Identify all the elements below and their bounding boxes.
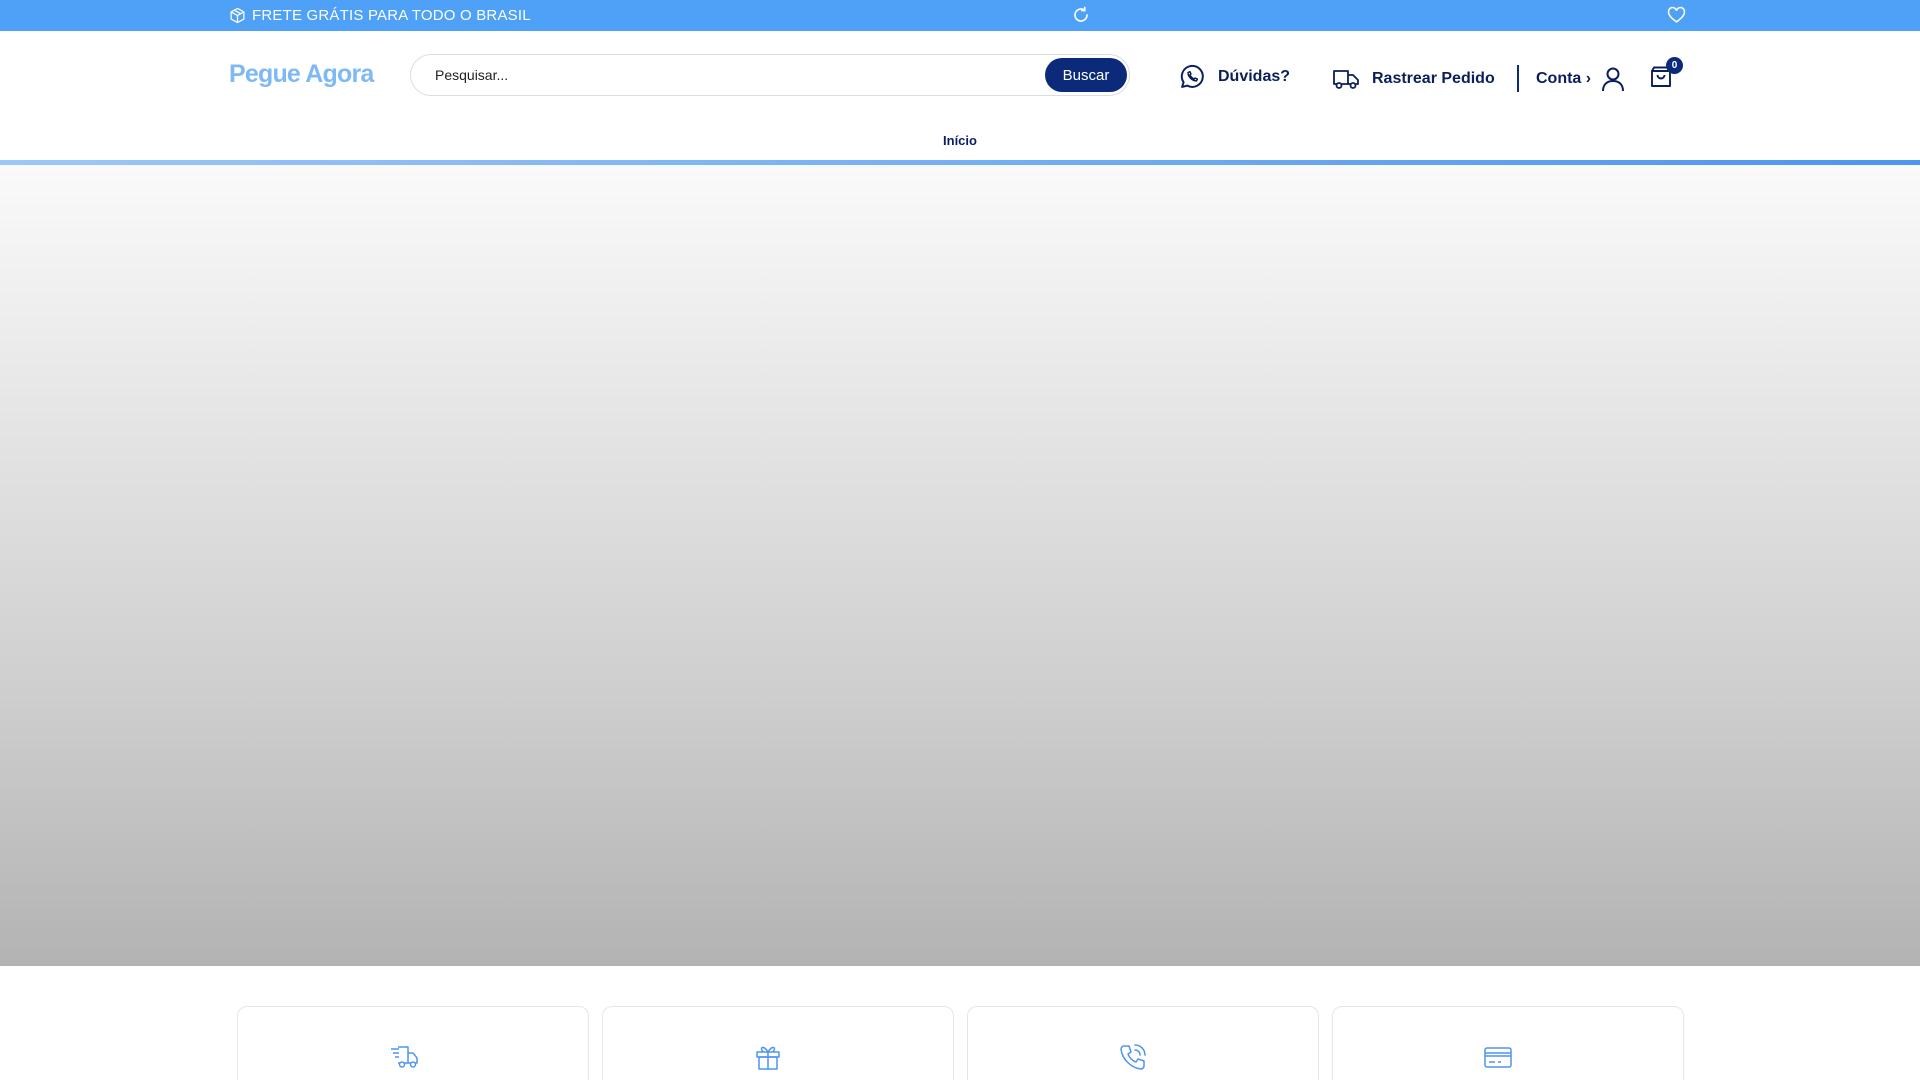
track-order-link[interactable]: Rastrear Pedido	[1332, 65, 1495, 93]
whatsapp-help-link[interactable]: Dúvidas?	[1178, 62, 1290, 92]
promo-banner: FRETE GRÁTIS PARA TODO O BRASIL	[229, 6, 531, 25]
user-icon	[1602, 67, 1625, 92]
delivery-truck-icon	[1333, 70, 1359, 89]
announcement-bar: FRETE GRÁTIS PARA TODO O BRASIL	[0, 0, 1920, 31]
cart-button[interactable]: 0	[1649, 57, 1683, 91]
search-input[interactable]	[435, 55, 1005, 95]
box-icon	[230, 7, 245, 24]
hero-banner[interactable]	[0, 165, 1920, 966]
gift-box-icon	[756, 1046, 780, 1070]
fast-delivery-icon	[391, 1046, 418, 1068]
feature-card-support	[967, 1006, 1319, 1080]
feature-card-delivery	[237, 1006, 589, 1080]
main-nav: Início	[0, 129, 1920, 153]
site-header: Pegue Agora Buscar Dúvidas? Rastrear Ped…	[0, 31, 1920, 161]
rastrear-label: Rastrear Pedido	[1372, 70, 1495, 87]
search-bar: Buscar	[410, 54, 1130, 96]
site-logo[interactable]: Pegue Agora	[229, 54, 374, 94]
duvidas-label: Dúvidas?	[1218, 68, 1291, 85]
conta-label: Conta ›	[1536, 70, 1592, 87]
account-link[interactable]: Conta ›	[1536, 65, 1625, 93]
search-button[interactable]: Buscar	[1045, 58, 1127, 92]
heart-icon[interactable]	[1667, 6, 1686, 25]
promo-text: FRETE GRÁTIS PARA TODO O BRASIL	[252, 7, 531, 24]
feature-card-gift	[602, 1006, 954, 1080]
feature-card-payment	[1332, 1006, 1684, 1080]
refresh-icon[interactable]	[1072, 6, 1090, 24]
credit-card-icon	[1484, 1047, 1512, 1068]
cart-count-badge: 0	[1666, 57, 1683, 74]
header-divider	[1517, 65, 1519, 92]
whatsapp-icon	[1180, 64, 1204, 88]
phone-call-icon	[1120, 1044, 1146, 1070]
nav-item-inicio[interactable]: Início	[943, 129, 977, 153]
